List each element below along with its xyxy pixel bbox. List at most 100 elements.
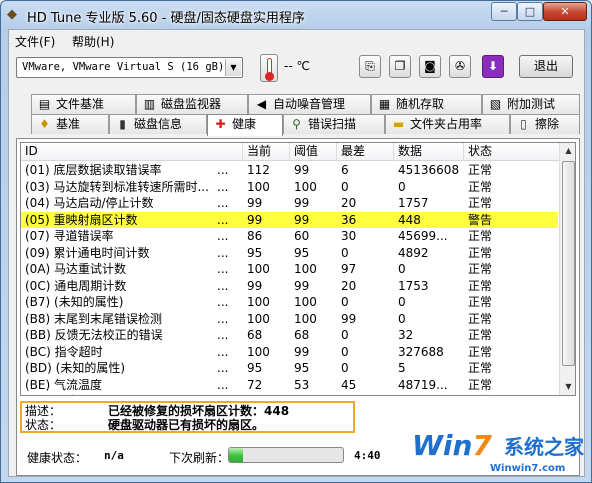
exit-button[interactable]: 退出: [519, 55, 573, 78]
cell-worst: 20: [341, 196, 357, 210]
column-header-threshold[interactable]: 阈值: [290, 143, 337, 161]
title-bar[interactable]: ◆ HD Tune 专业版 5.60 - 硬盘/固态硬盘实用程序 ─ □ ✕: [1, 1, 591, 29]
menu-file[interactable]: 文件(F): [15, 33, 55, 50]
tab-aam[interactable]: ◀ 自动噪音管理: [248, 94, 371, 114]
tab-extra-tests[interactable]: ▧ 附加测试: [482, 94, 580, 114]
table-row[interactable]: (C2) 温度...28470 正常: [21, 393, 558, 395]
table-row[interactable]: (0C) 通电周期计数... 99 99 20 1753 正常: [21, 278, 558, 294]
tab-file-bench[interactable]: ▤ 文件基准: [31, 94, 136, 114]
column-header-status[interactable]: 状态: [464, 143, 559, 161]
folder-icon: ▬: [392, 117, 405, 131]
cell-id: (C2) 温度: [25, 393, 215, 395]
cell-more: ...: [217, 245, 229, 260]
smart-table[interactable]: ID 当前 阈值 最差 数据 状态 (01) 底层数据读取错误率... 112 99…: [20, 142, 576, 396]
cell-id: (05) 重映射扇区计数: [25, 212, 138, 227]
cell-more: ...: [217, 295, 229, 309]
scrollbar-thumb[interactable]: [562, 161, 575, 366]
cell-worst: 30: [341, 229, 357, 243]
cell-more: ...: [217, 278, 229, 293]
menu-help[interactable]: 帮助(H): [72, 33, 114, 50]
cell-more: ...: [217, 361, 229, 375]
cell-worst: 20: [341, 278, 357, 293]
cell-id: (BD) (未知的属性): [25, 361, 126, 375]
cell-status: 正常: [468, 278, 493, 293]
table-row[interactable]: (BD) (未知的属性)... 95 95 0 5 正常: [21, 360, 558, 376]
cell-id: (B7) (未知的属性): [25, 295, 124, 309]
table-row[interactable]: (BC) 指令超时... 100 99 0 327688 正常: [21, 344, 558, 360]
cell-worst: 0: [341, 344, 349, 359]
drive-select[interactable]: VMware, VMware Virtual S (16 gB) ▼: [16, 57, 243, 78]
cell-more: ...: [217, 377, 229, 392]
table-row[interactable]: (07) 寻道错误率... 86 60 30 45699... 正常: [21, 228, 558, 244]
scroll-down-icon[interactable]: ▼: [561, 379, 575, 395]
save-down-arrow-icon[interactable]: ⬇: [482, 55, 504, 78]
tab-random-access[interactable]: ▦ 随机存取: [371, 94, 482, 114]
tab-label: 基准: [56, 117, 81, 131]
copy-text-icon[interactable]: ⎘: [359, 55, 381, 78]
scroll-up-icon[interactable]: ▲: [561, 143, 575, 159]
cell-current: 100: [247, 179, 270, 194]
tab-label: 磁盘监视器: [161, 97, 222, 111]
watermark-text: 系统之家: [504, 435, 584, 459]
file-bench-icon: ▤: [38, 97, 51, 111]
column-header-current[interactable]: 当前: [243, 143, 290, 161]
table-row[interactable]: (B8) 末尾到末尾错误检测... 100 100 99 0 正常: [21, 311, 558, 327]
cell-data: 5: [398, 361, 406, 375]
tab-benchmark[interactable]: ♦ 基准: [31, 114, 109, 134]
magnifier-icon: ⚲: [292, 117, 301, 131]
table-row[interactable]: (01) 底层数据读取错误率... 112 99 6 45136608 正常: [21, 162, 558, 178]
description-label: 描述：: [25, 404, 62, 418]
random-access-icon: ▦: [378, 97, 391, 111]
vertical-scrollbar[interactable]: ▲ ▼: [559, 143, 575, 395]
minimize-button[interactable]: ─: [491, 2, 517, 21]
table-row[interactable]: (BE) 气流温度... 72 53 45 48719... 正常: [21, 377, 558, 393]
cell-threshold: 100: [294, 311, 317, 326]
screenshot-camera-icon[interactable]: ◙: [419, 55, 441, 78]
column-header-worst[interactable]: 最差: [337, 143, 394, 161]
cell-data: 0: [398, 295, 406, 309]
cell-threshold: 99: [294, 163, 310, 177]
cell-id: (07) 寻道错误率: [25, 229, 114, 243]
tab-error-scan[interactable]: ⚲ 错误扫描: [283, 114, 385, 134]
cell-data: 327688: [398, 344, 444, 359]
health-status-value: n/a: [104, 449, 124, 462]
maximize-button[interactable]: □: [517, 2, 543, 21]
table-row[interactable]: (BB) 反馈无法校正的错误... 68 68 0 32 正常: [21, 327, 558, 343]
copy-screen-icon[interactable]: ❐: [389, 55, 411, 78]
health-cross-icon: ✚: [215, 117, 226, 131]
cell-worst: 0: [341, 245, 349, 260]
tab-erase[interactable]: ▯ 擦除: [510, 114, 580, 134]
refresh-time: 4:40: [354, 449, 381, 462]
tab-disk-info[interactable]: ▮ 磁盘信息: [109, 114, 207, 134]
cell-data: 1753: [398, 278, 429, 293]
table-row[interactable]: (09) 累计通电时间计数... 95 95 0 4892 正常: [21, 245, 558, 261]
speaker-icon: ◀: [256, 97, 267, 111]
trash-icon: ▯: [520, 117, 527, 131]
options-gear-icon[interactable]: ✇: [449, 55, 471, 78]
column-header-data[interactable]: 数据: [394, 143, 464, 161]
table-row[interactable]: (B7) (未知的属性)... 100 100 0 0 正常: [21, 294, 558, 310]
close-button[interactable]: ✕: [543, 2, 587, 21]
drive-select-value: VMware, VMware Virtual S (16 gB): [22, 61, 225, 73]
table-row[interactable]: (04) 马达启动/停止计数... 99 99 20 1757 正常: [21, 195, 558, 211]
cell-current: 100: [247, 295, 270, 309]
cell-id: (0A) 马达重试计数: [25, 262, 127, 276]
tab-health[interactable]: ✚ 健康: [207, 114, 283, 136]
table-row[interactable]: (05) 重映射扇区计数... 99 99 36 448 警告: [21, 211, 558, 228]
disk-monitor-icon: ▥: [143, 97, 156, 111]
table-row[interactable]: (03) 马达旋转到标准转速所需时...... 100 100 0 0 正常: [21, 179, 558, 195]
cell-worst: 0: [341, 361, 349, 375]
cell-threshold: 60: [294, 229, 310, 243]
cell-id: (B8) 末尾到末尾错误检测: [25, 311, 163, 326]
tab-folder-usage[interactable]: ▬ 文件夹占用率: [385, 114, 510, 134]
tab-disk-monitor[interactable]: ▥ 磁盘监视器: [136, 94, 248, 114]
column-header-id[interactable]: ID: [21, 143, 243, 161]
cell-status: 正常: [468, 393, 528, 395]
cell-status: 正常: [468, 262, 493, 276]
cell-more: ...: [217, 328, 229, 342]
cell-id: (03) 马达旋转到标准转速所需时...: [25, 179, 209, 194]
chevron-down-icon[interactable]: ▼: [225, 59, 241, 76]
cell-status: 正常: [468, 229, 493, 243]
hdtune-app-icon: ◆: [7, 7, 17, 22]
table-row[interactable]: (0A) 马达重试计数... 100 100 97 0 正常: [21, 261, 558, 277]
